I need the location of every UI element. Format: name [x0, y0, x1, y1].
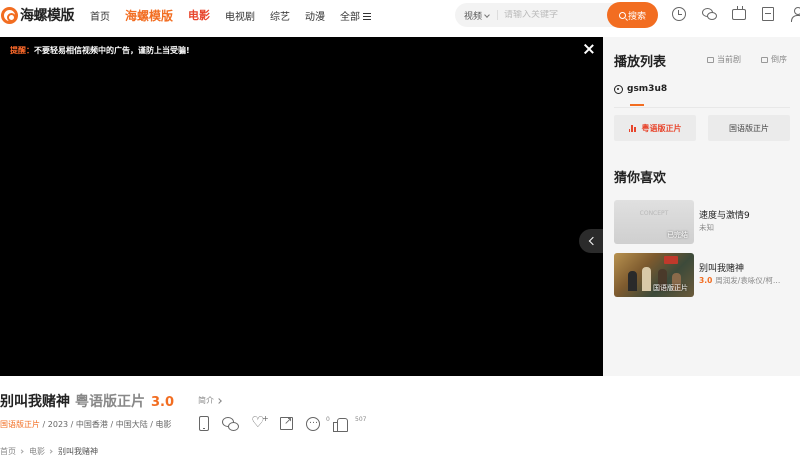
- search-button-label: 搜索: [627, 11, 646, 22]
- poster-figure: [628, 271, 637, 291]
- logo-text: 海螺模版: [20, 8, 75, 24]
- notice-label: 提醒：: [10, 46, 34, 55]
- current-episode-label: 当前剧: [717, 55, 741, 64]
- notice-text: 不要轻易相信视频中的广告，谨防上当受骗!: [34, 46, 190, 55]
- recommend-thumbnail[interactable]: CONCEPT 已完结: [614, 200, 694, 244]
- nav-anime[interactable]: 动漫: [305, 8, 325, 23]
- recommend-title-text[interactable]: 别叫我赌神: [699, 261, 744, 274]
- recommend-cast: 周润发/袁咏仪/柯…: [715, 276, 781, 285]
- clock-icon[interactable]: [672, 7, 686, 21]
- share-icon[interactable]: [280, 416, 293, 430]
- comment-count: 0: [326, 416, 330, 423]
- chevron-right-icon: [48, 449, 53, 454]
- search-icon: [618, 11, 626, 19]
- intro-link[interactable]: 简介: [198, 395, 222, 406]
- meta-details: / 2023 / 中国香港 / 中国大陆 / 电影: [40, 420, 172, 429]
- source-tab[interactable]: gsm3u8: [614, 84, 667, 94]
- playing-bars-icon: [628, 124, 637, 132]
- movie-title: 别叫我赌神: [0, 394, 70, 410]
- episode-button-cantonese[interactable]: 粤语版正片: [614, 115, 696, 141]
- nav-all[interactable]: 全部: [340, 8, 372, 23]
- breadcrumb-movie[interactable]: 电影: [29, 446, 45, 457]
- nav-home[interactable]: 首页: [90, 8, 110, 23]
- sort-label: 倒序: [771, 55, 787, 64]
- recommend-subtitle: 未知: [699, 223, 714, 232]
- playlist-sidebar: 播放列表 当前剧 倒序 gsm3u8 粤语版正片 国语版正片 猜你喜欢 CONC…: [603, 37, 800, 376]
- search-type-select[interactable]: 视频: [464, 9, 490, 22]
- like-count: 507: [355, 416, 367, 423]
- logo-icon: [1, 6, 18, 24]
- wechat-icon[interactable]: [702, 7, 717, 21]
- nav-brand[interactable]: 海螺模版: [125, 7, 173, 24]
- phone-icon[interactable]: [199, 416, 209, 431]
- close-notice-icon[interactable]: [583, 43, 595, 55]
- avatar-icon[interactable]: [790, 7, 800, 22]
- recommend-item[interactable]: 国语版正片 别叫我赌神 3.0 周润发/袁咏仪/柯…: [614, 253, 794, 297]
- site-logo[interactable]: 海螺模版: [0, 0, 75, 30]
- breadcrumb: 首页 电影 别叫我赌神: [0, 446, 98, 457]
- episode-label: 粤语版正片: [641, 123, 682, 133]
- source-tab-label: gsm3u8: [627, 84, 668, 94]
- search-divider: [497, 10, 499, 20]
- poster-sign: [664, 256, 678, 264]
- poster-figure: [642, 267, 651, 291]
- locate-icon: [707, 56, 714, 63]
- recommend-subtitle: 3.0 周润发/袁咏仪/柯…: [699, 275, 794, 286]
- recommend-title: 猜你喜欢: [614, 171, 667, 186]
- meta-version-tag[interactable]: 国语版正片: [0, 420, 40, 429]
- intro-label: 简介: [198, 396, 214, 405]
- wechat-share-icon[interactable]: [222, 416, 239, 431]
- page-title: 别叫我赌神 粤语版正片 3.0: [0, 391, 174, 411]
- chevron-right-icon: [19, 449, 24, 454]
- divider: [614, 107, 790, 108]
- video-player[interactable]: 提醒：不要轻易相信视频中的广告，谨防上当受骗!: [0, 37, 603, 376]
- nav-tv[interactable]: 电视剧: [225, 8, 255, 23]
- nav-variety[interactable]: 综艺: [270, 8, 290, 23]
- breadcrumb-home[interactable]: 首页: [0, 446, 16, 457]
- movie-meta: 国语版正片 / 2023 / 中国香港 / 中国大陆 / 电影: [0, 419, 171, 430]
- search-type-label: 视频: [464, 11, 483, 22]
- episode-button-mandarin[interactable]: 国语版正片: [708, 115, 790, 141]
- source-tab-indicator: [630, 104, 644, 106]
- chevron-right-icon: [216, 397, 222, 404]
- recommend-badge: 已完结: [667, 231, 688, 239]
- episode-label: 国语版正片: [729, 123, 769, 133]
- sort-button[interactable]: 倒序: [761, 54, 787, 65]
- search-button[interactable]: 搜索: [607, 2, 658, 28]
- chevron-down-icon: [484, 11, 490, 18]
- search-input[interactable]: [504, 10, 595, 20]
- current-episode-button[interactable]: 当前剧: [707, 54, 741, 65]
- recommend-badge: 国语版正片: [653, 284, 688, 292]
- comment-icon[interactable]: [306, 416, 320, 431]
- header-icons: [672, 6, 800, 22]
- player-notice: 提醒：不要轻易相信视频中的广告，谨防上当受骗!: [10, 45, 190, 56]
- menu-icon: [363, 13, 372, 20]
- like-icon[interactable]: [333, 417, 348, 432]
- action-bar: [199, 413, 348, 432]
- collapse-sidebar-button[interactable]: [579, 229, 603, 253]
- sort-icon: [761, 56, 768, 63]
- nav-all-label: 全部: [340, 11, 361, 23]
- document-icon[interactable]: [762, 7, 774, 21]
- favorite-icon[interactable]: [251, 413, 269, 431]
- breadcrumb-current: 别叫我赌神: [58, 447, 98, 456]
- nav-movie[interactable]: 电影: [188, 7, 210, 23]
- movie-version: 粤语版正片: [75, 394, 145, 410]
- movie-score: 3.0: [151, 395, 175, 410]
- playlist-title: 播放列表: [614, 55, 667, 70]
- tv-icon[interactable]: [732, 6, 746, 20]
- recommend-item[interactable]: CONCEPT 已完结 速度与激情9 未知: [614, 200, 794, 244]
- recommend-title-text[interactable]: 速度与激情9: [699, 208, 750, 221]
- source-icon: [614, 84, 623, 94]
- recommend-thumbnail[interactable]: 国语版正片: [614, 253, 694, 297]
- thumbnail-watermark: CONCEPT: [639, 210, 669, 217]
- main-nav: 首页 海螺模版 电影 电视剧 综艺 动漫 全部: [90, 0, 386, 30]
- recommend-score: 3.0: [699, 276, 713, 285]
